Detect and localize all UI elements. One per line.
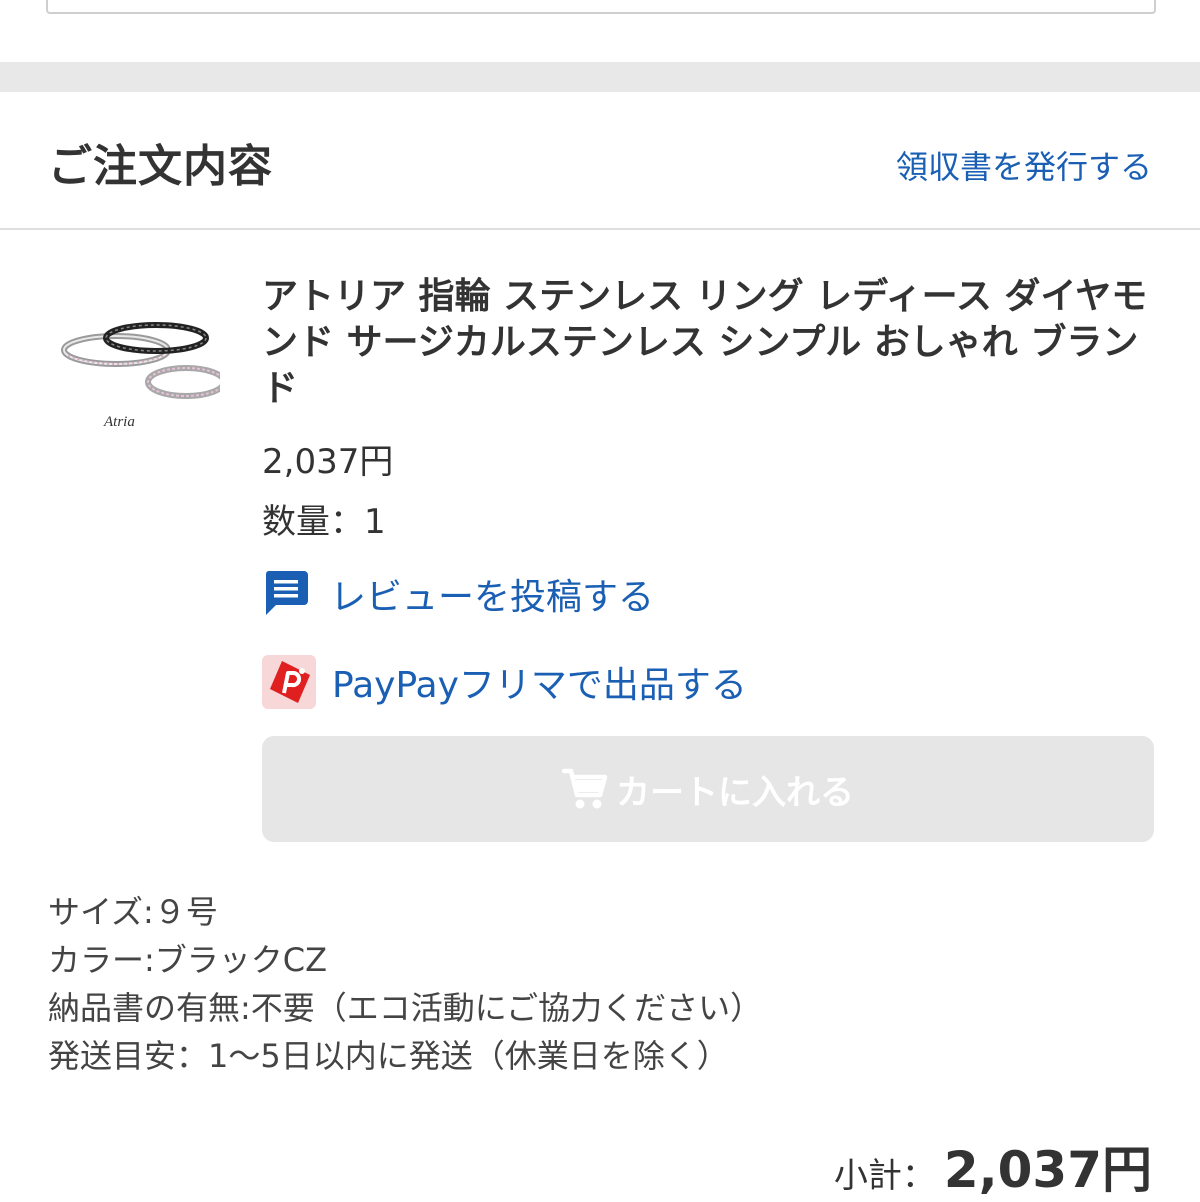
option-delivery-note: 納品書の有無:不要（エコ活動にご協力ください） [48,989,763,1027]
cart-icon [561,767,608,811]
subtotal-value: 2,037円 [943,1141,1152,1199]
option-color: カラー:ブラックCZ [48,941,328,979]
paypay-flea-icon [262,655,316,709]
section-divider [0,62,1200,92]
sell-on-paypay-flea-label: PayPayフリマで出品する [332,665,747,706]
sell-on-paypay-flea-link[interactable]: PayPayフリマで出品する [262,654,747,710]
product-thumbnail[interactable]: Atria [58,306,227,436]
product-quantity: 数量：1 [262,502,386,542]
subtotal-label: 小計： [833,1156,936,1196]
add-to-cart-label: カートに入れる [616,772,854,813]
order-section-header: ご注文内容 領収書を発行する [0,92,1200,230]
previous-section-box [46,0,1156,14]
add-to-cart-button[interactable]: カートに入れる [262,736,1154,842]
issue-receipt-link[interactable]: 領収書を発行する [896,142,1152,188]
post-review-link[interactable]: レビューを投稿する [262,566,654,622]
comment-icon [262,569,310,619]
subtotal: 小計： 2,037円 [834,1130,1152,1202]
post-review-label: レビューを投稿する [330,577,655,618]
option-size: サイズ:９号 [48,893,218,931]
product-price: 2,037円 [262,442,394,482]
product-title[interactable]: アトリア 指輪 ステンレス リング レディース ダイヤモンド サージカルステンレ… [262,274,1152,412]
option-shipping-estimate: 発送目安：1〜5日以内に発送（休業日を除く） [48,1037,729,1075]
thumbnail-brand-text: Atria [103,414,135,430]
item-options: サイズ:９号 カラー:ブラックCZ 納品書の有無:不要（エコ活動にご協力ください… [48,888,762,1080]
section-title: ご注文内容 [48,141,273,192]
